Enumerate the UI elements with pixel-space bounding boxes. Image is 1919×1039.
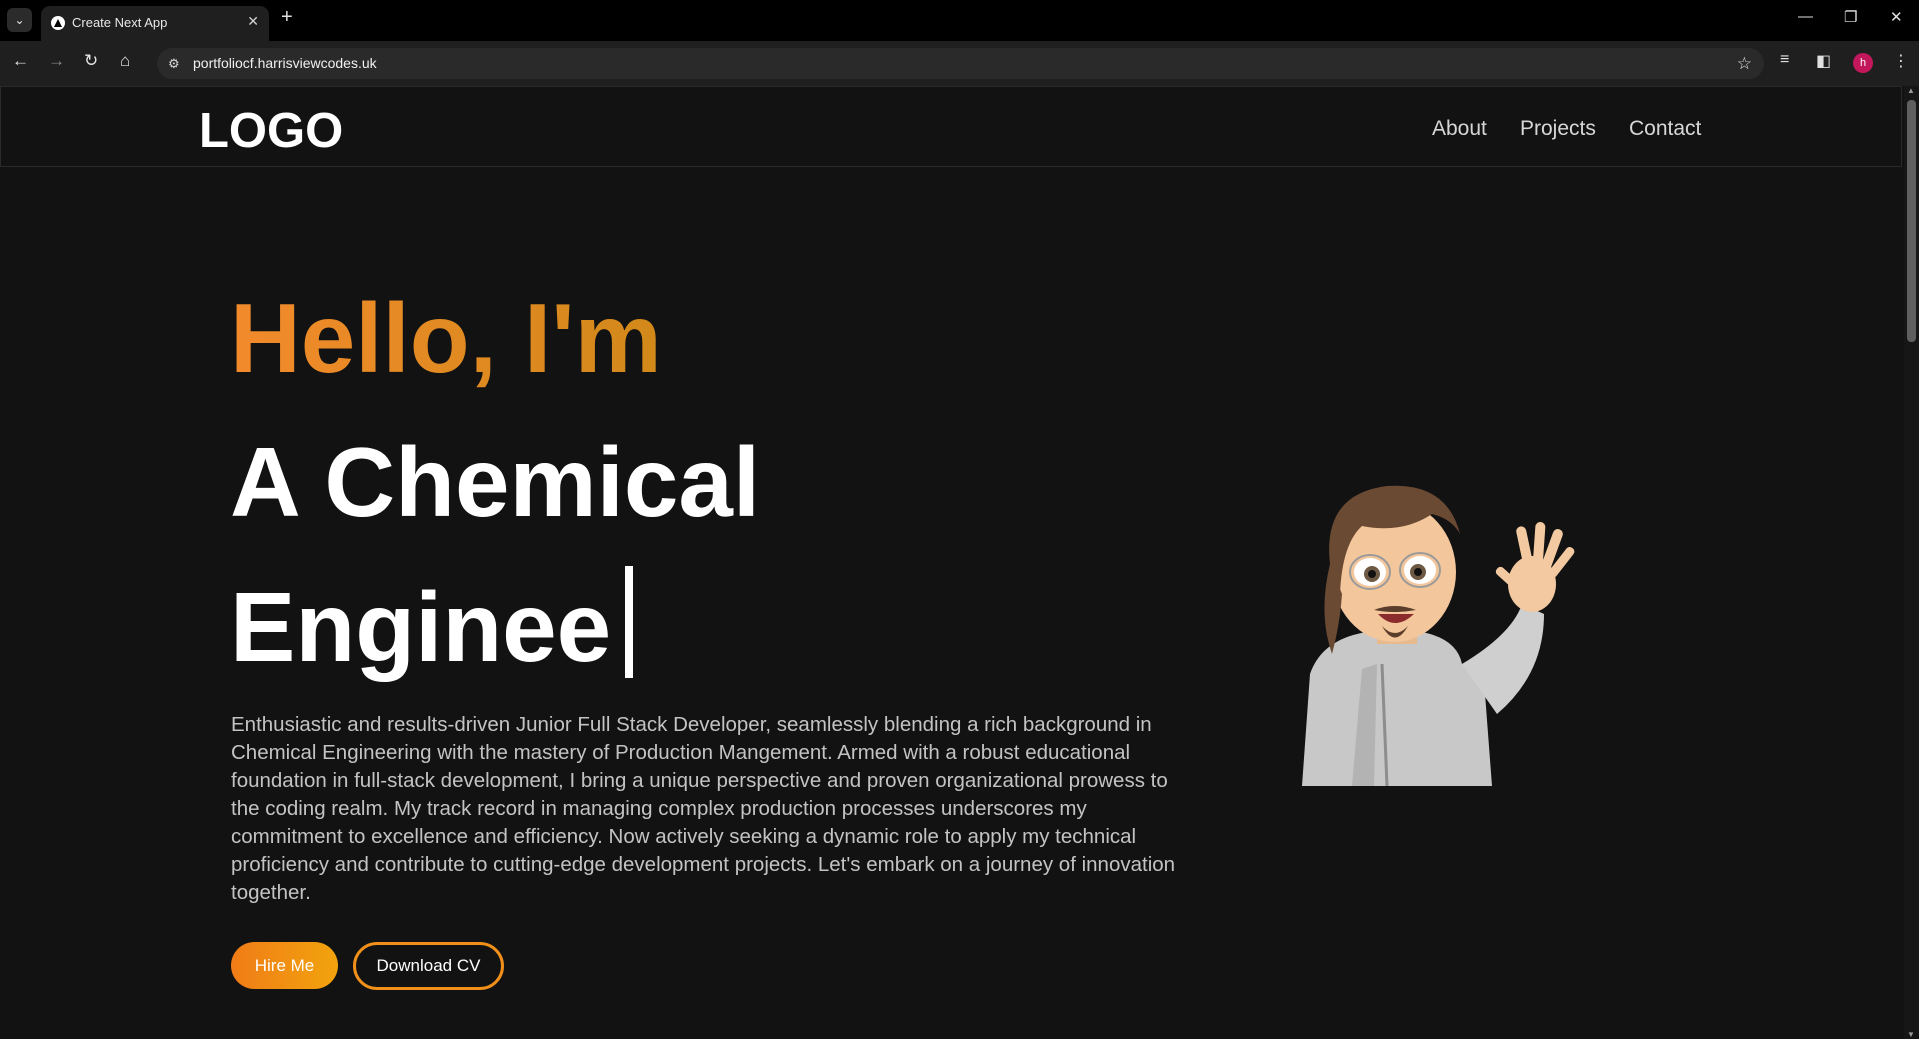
reading-list-icon[interactable]: ≡: [1780, 51, 1789, 69]
home-icon[interactable]: ⌂: [120, 51, 130, 71]
scroll-down-arrow-icon[interactable]: ▼: [1907, 1030, 1915, 1039]
profile-avatar[interactable]: h: [1853, 53, 1873, 73]
site-header: LOGO About Projects Contact: [0, 86, 1902, 167]
forward-icon[interactable]: →: [48, 51, 65, 71]
side-panel-icon[interactable]: ◧: [1816, 51, 1831, 71]
scroll-up-arrow-icon[interactable]: ▲: [1907, 86, 1915, 95]
site-logo[interactable]: LOGO: [199, 103, 343, 159]
nav-link-projects[interactable]: Projects: [1520, 117, 1596, 141]
hero-bio: Enthusiastic and results-driven Junior F…: [231, 713, 1176, 904]
browser-tab[interactable]: Create Next App ✕: [41, 6, 269, 41]
page-scrollbar[interactable]: ▲ ▼: [1904, 86, 1919, 1039]
back-icon[interactable]: ←: [12, 51, 29, 71]
menu-icon[interactable]: ⋮: [1893, 51, 1909, 71]
page-viewport: LOGO About Projects Contact Hello, I'm A…: [0, 86, 1904, 1039]
hero-greeting: Hello, I'm: [230, 283, 662, 393]
browser-toolbar: ← → ↻ ⌂ ⚙ portfoliocf.harrisviewcodes.uk…: [0, 41, 1919, 86]
nav-link-contact[interactable]: Contact: [1629, 117, 1701, 141]
close-window-icon[interactable]: ✕: [1890, 8, 1903, 26]
minimize-icon[interactable]: —: [1798, 8, 1813, 25]
hire-me-button[interactable]: Hire Me: [231, 942, 338, 989]
tab-title: Create Next App: [72, 15, 168, 30]
tune-icon[interactable]: ⚙: [168, 56, 180, 72]
url-text[interactable]: portfoliocf.harrisviewcodes.uk: [193, 55, 377, 71]
browser-title-bar: ⌄ Create Next App ✕ + — ❐ ✕: [0, 0, 1919, 41]
reload-icon[interactable]: ↻: [84, 51, 98, 71]
memoji-waving-icon: [1302, 485, 1575, 786]
restore-icon[interactable]: ❐: [1844, 8, 1857, 26]
download-cv-button[interactable]: Download CV: [353, 942, 504, 990]
new-tab-button[interactable]: +: [281, 6, 293, 29]
vercel-triangle-icon: [51, 16, 65, 30]
address-bar[interactable]: ⚙ portfoliocf.harrisviewcodes.uk ☆: [157, 48, 1764, 79]
nav-link-about[interactable]: About: [1432, 117, 1487, 141]
hero-title-line-1: A Chemical: [230, 427, 761, 537]
bookmark-star-icon[interactable]: ☆: [1737, 54, 1752, 74]
chevron-down-icon[interactable]: ⌄: [7, 8, 32, 32]
tab-close-icon[interactable]: ✕: [247, 13, 259, 30]
scrollbar-thumb[interactable]: [1907, 100, 1916, 342]
hero-title-line-2: Enginee: [230, 572, 612, 682]
typing-cursor: [625, 566, 633, 678]
